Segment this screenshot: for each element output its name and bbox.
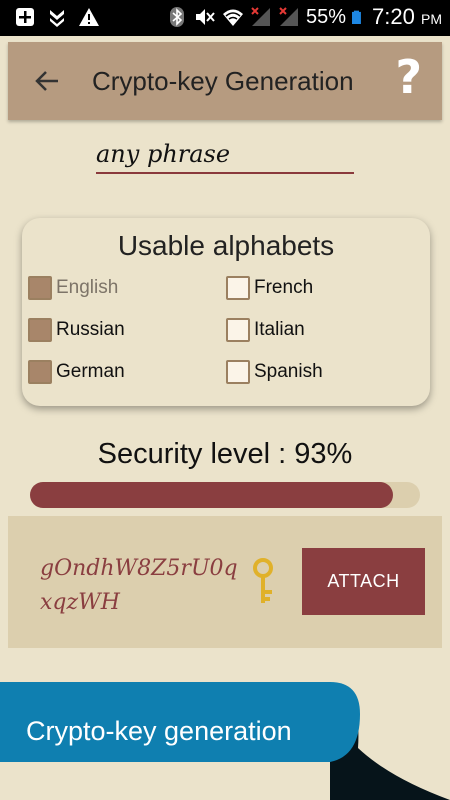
signal-icon-2	[279, 7, 299, 26]
alphabets-card: Usable alphabets English French Russian …	[22, 218, 430, 406]
app-bar: Crypto-key Generation ?	[8, 42, 442, 120]
mute-icon	[196, 9, 215, 25]
checkbox-label: Spanish	[254, 361, 323, 382]
checkbox-italian[interactable]: Italian	[226, 318, 305, 342]
checkbox-french[interactable]: French	[226, 276, 313, 300]
status-bar: 55% 7:20 PM	[0, 0, 450, 36]
battery-icon	[352, 10, 361, 24]
banner-text: Crypto-key generation	[26, 716, 292, 746]
security-level-text: Security level : 93%	[97, 438, 353, 470]
security-progress-fill	[30, 482, 393, 508]
checkbox-box[interactable]	[28, 318, 52, 342]
alphabets-title: Usable alphabets	[117, 230, 335, 261]
key-panel: gOndhW8Z5rU0qxqzWH ATTACH	[8, 516, 442, 648]
download-notification-icon	[50, 10, 64, 27]
checkbox-box[interactable]	[28, 360, 52, 384]
key-icon	[253, 558, 273, 603]
bluetooth-icon	[170, 7, 185, 27]
checkbox-label: Russian	[56, 319, 125, 340]
warning-icon	[79, 8, 99, 26]
signal-icon-1	[251, 7, 271, 26]
wifi-icon	[223, 9, 244, 26]
generated-key: gOndhW8Z5rU0qxqzWH	[40, 556, 238, 615]
checkbox-box[interactable]	[226, 318, 250, 342]
checkbox-english[interactable]: English	[28, 276, 118, 300]
checkbox-label: German	[56, 361, 125, 382]
status-bar-right: 55% 7:20 PM	[166, 4, 442, 30]
attach-button[interactable]: ATTACH	[302, 548, 425, 615]
phrase-input[interactable]	[96, 136, 354, 174]
checkbox-box[interactable]	[226, 276, 250, 300]
checkbox-label: Italian	[254, 319, 305, 340]
checkbox-box[interactable]	[28, 276, 52, 300]
checkbox-box[interactable]	[226, 360, 250, 384]
checkbox-spanish[interactable]: Spanish	[226, 360, 323, 384]
page-title: Crypto-key Generation	[92, 66, 354, 96]
help-icon[interactable]: ?	[395, 54, 422, 100]
bottom-banner: Crypto-key generation	[0, 682, 450, 800]
checkbox-russian[interactable]: Russian	[28, 318, 125, 342]
clock: 7:20 PM	[372, 4, 442, 29]
back-arrow-icon[interactable]	[34, 68, 60, 94]
security-progress-bar	[30, 482, 420, 508]
checkbox-german[interactable]: German	[28, 360, 125, 384]
checkbox-label: English	[56, 277, 119, 298]
checkbox-label: French	[254, 277, 314, 298]
battery-percent: 55%	[306, 5, 347, 28]
add-notification-icon	[16, 8, 34, 26]
status-bar-left	[14, 6, 100, 28]
